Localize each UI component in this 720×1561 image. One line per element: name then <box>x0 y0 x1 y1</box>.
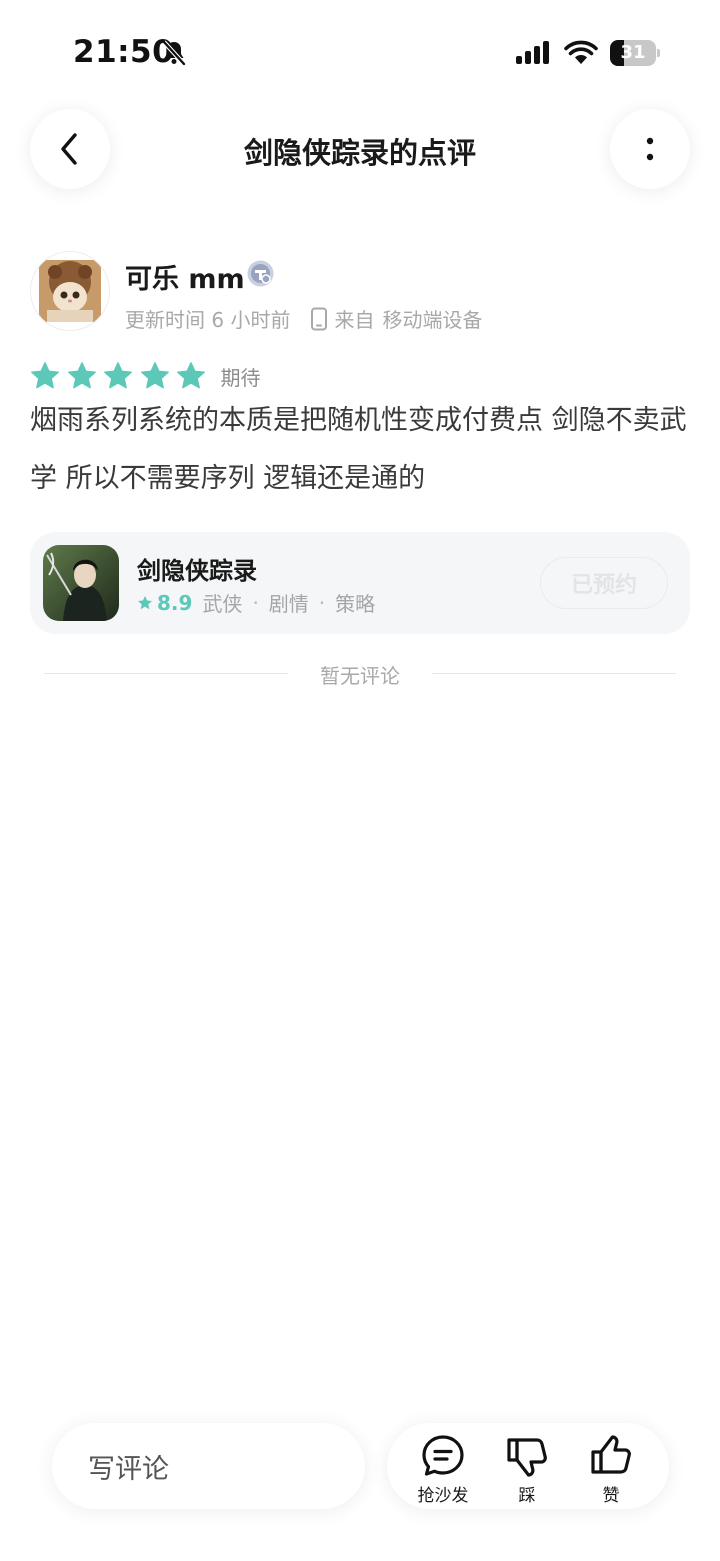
like-label: 赞 <box>602 1486 620 1506</box>
review-meta: 更新时间 6 小时前 来自 移动端设备 <box>125 304 482 333</box>
game-tag: 剧情 <box>268 592 309 616</box>
device-prefix: 来自 <box>334 308 375 332</box>
comment-button[interactable]: 抢沙发 <box>403 1433 483 1506</box>
star-icon <box>31 362 59 389</box>
divider-right <box>432 673 676 674</box>
reserved-button[interactable]: 已预约 <box>540 557 668 609</box>
phone-icon <box>311 307 328 330</box>
page-title: 剑隐侠踪录的点评 <box>243 136 476 170</box>
status-time: 21:50 <box>73 34 175 70</box>
game-tag: 武侠 <box>202 592 243 616</box>
star-icon <box>140 362 169 389</box>
cellular-signal-icon <box>516 41 549 64</box>
battery-level: 31 <box>620 42 646 63</box>
game-icon <box>43 545 119 621</box>
avatar[interactable] <box>30 251 110 331</box>
chevron-left-icon <box>61 133 77 165</box>
battery-indicator: 31 <box>610 40 660 66</box>
game-tag: 策略 <box>335 592 376 616</box>
write-comment-input[interactable]: 写评论 <box>52 1423 365 1509</box>
wifi-icon <box>564 40 598 64</box>
avatar-image <box>39 260 101 322</box>
thumbs-up-icon <box>591 1435 631 1474</box>
thumbs-down-icon <box>507 1438 547 1477</box>
star-icon <box>104 362 132 389</box>
rating-stars <box>30 361 213 391</box>
status-bar: 21:50 31 <box>0 0 720 100</box>
star-icon <box>67 362 96 389</box>
no-comments-text: 暂无评论 <box>320 664 400 688</box>
bell-muted-icon <box>162 40 186 66</box>
back-button[interactable] <box>30 109 110 189</box>
rating-row: 期待 <box>30 361 261 391</box>
review-detail-page: 21:50 31 剑隐侠踪录的点评 可乐 mm 更新时间 6 小时前 来自 移动… <box>0 0 720 1561</box>
dislike-button[interactable]: 踩 <box>487 1433 567 1506</box>
rating-label: 期待 <box>220 365 261 390</box>
game-info: 8.9 武侠 · 剧情 · 策略 <box>137 588 375 617</box>
comment-label: 抢沙发 <box>417 1486 469 1506</box>
more-button[interactable] <box>610 109 690 189</box>
score-star-icon <box>138 595 152 609</box>
game-score: 8.9 <box>157 590 193 615</box>
star-icon <box>177 362 205 389</box>
device-name: 移动端设备 <box>382 308 483 332</box>
like-button[interactable]: 赞 <box>571 1433 651 1506</box>
review-body: 烟雨系列系统的本质是把随机性变成付费点 剑隐不卖武学 所以不需要序列 逻辑还是通… <box>30 405 687 494</box>
author-name[interactable]: 可乐 mm <box>125 257 245 296</box>
game-name: 剑隐侠踪录 <box>137 557 257 585</box>
update-time: 更新时间 6 小时前 <box>125 308 291 332</box>
dislike-label: 踩 <box>518 1486 536 1506</box>
user-badge-icon <box>247 260 274 287</box>
more-vertical-icon <box>646 137 654 161</box>
comment-icon <box>422 1435 464 1476</box>
game-card[interactable]: 剑隐侠踪录 8.9 武侠 · 剧情 · 策略 已预约 <box>30 532 690 634</box>
action-group: 抢沙发 踩 赞 <box>387 1423 669 1509</box>
divider-left <box>44 673 288 674</box>
